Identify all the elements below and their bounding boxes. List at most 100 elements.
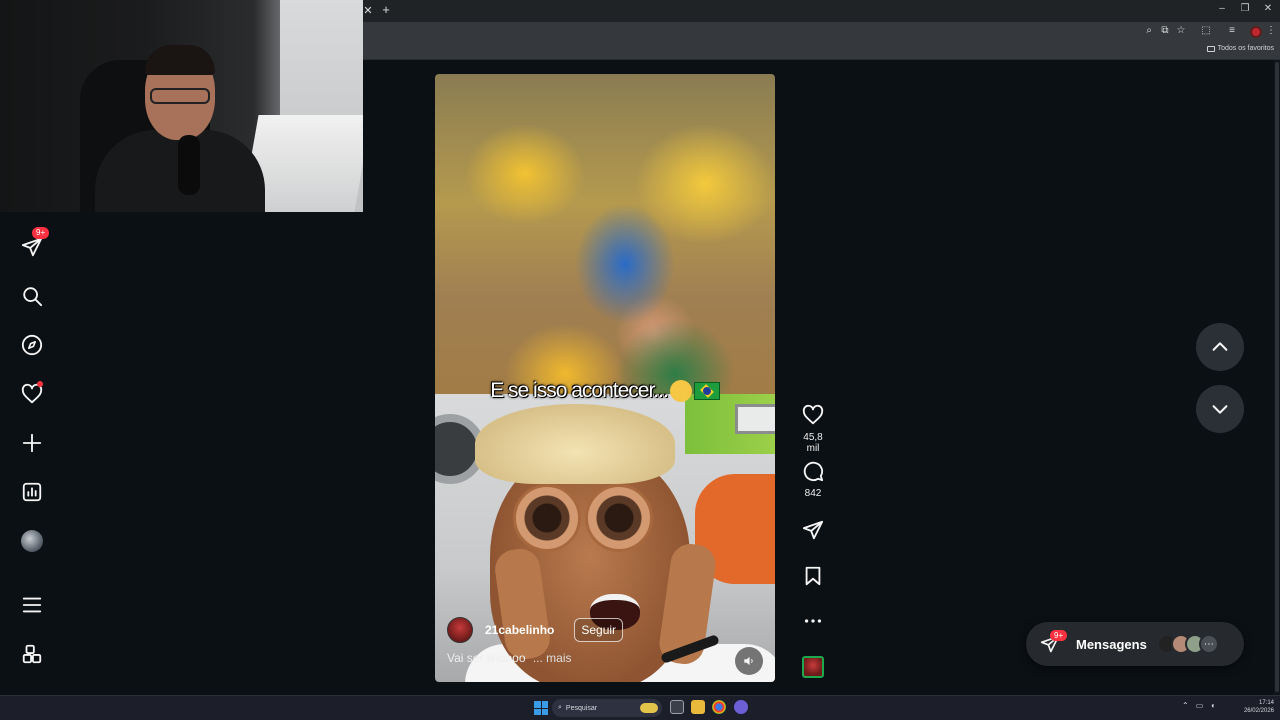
browser-profile-avatar[interactable] <box>1250 26 1262 38</box>
more-dots-icon: ⋯ <box>1198 634 1219 654</box>
streamer-hair <box>145 45 215 75</box>
search-icon: ⌕ <box>558 704 562 711</box>
bookmark-icon <box>805 566 821 586</box>
reel-video[interactable]: E se isso acontecer... 21cabelinho Segui… <box>435 74 775 682</box>
apps-icon <box>22 644 42 664</box>
webcam-overlay <box>0 0 363 212</box>
sidebar-item-direct[interactable]: 9+ <box>18 227 50 261</box>
more-options-action[interactable] <box>796 610 830 637</box>
all-bookmarks-folder[interactable]: Todos os favoritos <box>1206 45 1274 52</box>
video-text-overlay: E se isso acontecer... <box>435 379 775 403</box>
messages-avatars: ⋯ <box>1156 634 1219 654</box>
browser-tab-strip: ✕ + – ❐ ✕ <box>363 0 1280 22</box>
mute-button[interactable] <box>735 647 763 675</box>
system-clock[interactable]: 17:14 26/02/2026 <box>1244 699 1274 715</box>
streamer-glasses <box>150 88 210 104</box>
like-count: 45,8 mil <box>803 432 823 454</box>
crowd-scene <box>435 74 775 394</box>
all-bookmarks-label: Todos os favoritos <box>1217 45 1274 52</box>
cast-icon[interactable]: ⧉ <box>1158 25 1172 36</box>
chevron-up-icon <box>1212 342 1228 351</box>
sidebar-item-more[interactable] <box>18 591 46 619</box>
taskbar-search[interactable]: ⌕ Pesquisar <box>552 699 662 717</box>
share-action[interactable] <box>796 519 830 546</box>
creator-hair <box>475 404 675 484</box>
dryer-window <box>735 404 775 434</box>
sidebar-item-notifications[interactable] <box>18 380 46 408</box>
bookmarks-bar: Todos os favoritos <box>363 42 1280 60</box>
author-avatar[interactable] <box>447 617 473 643</box>
more-dots-icon <box>804 619 822 623</box>
messages-label: Mensagens <box>1076 636 1147 652</box>
messages-badge: 9+ <box>1050 630 1068 641</box>
heart-icon <box>802 404 824 425</box>
direct-messages-icon <box>21 237 43 257</box>
chevron-down-icon <box>1212 405 1228 414</box>
create-plus-icon <box>22 433 42 453</box>
sidebar-item-apps[interactable] <box>18 640 46 668</box>
folder-icon <box>1206 45 1215 52</box>
crying-emoji-icon <box>669 380 692 403</box>
new-tab-button[interactable]: + <box>379 3 393 17</box>
follow-button[interactable]: Seguir <box>574 618 624 642</box>
next-reel-button[interactable] <box>1196 385 1244 433</box>
screen: ✕ + – ❐ ✕ ⌕ ⧉ ☆ ⬚ ≡ ⋮ Todos os favoritos <box>0 0 1280 720</box>
direct-badge: 9+ <box>32 227 50 239</box>
volume-icon[interactable]: ◖ <box>1210 701 1215 710</box>
profile-avatar <box>21 530 43 552</box>
bookmark-star-icon[interactable]: ☆ <box>1174 25 1188 36</box>
minimize-button[interactable]: – <box>1214 3 1230 14</box>
explore-compass-icon <box>21 334 43 356</box>
creator-eye-right <box>585 484 653 552</box>
system-tray: ⌃ ▭ ◖ <box>1182 701 1215 710</box>
overlay-text: E se isso acontecer... <box>490 379 669 402</box>
page-scrollbar[interactable] <box>1274 60 1280 695</box>
reel-footer: 21cabelinho Seguir Vai ser lindooo ... m… <box>447 617 767 665</box>
like-action[interactable]: 45,8 mil <box>796 404 830 454</box>
comment-count: 842 <box>804 488 822 499</box>
browser-menu-icon[interactable]: ⋮ <box>1264 25 1278 36</box>
sidebar-item-dashboard[interactable] <box>18 478 46 506</box>
extensions-icon[interactable]: ⬚ <box>1199 25 1213 36</box>
previous-reel-button[interactable] <box>1196 323 1244 371</box>
sidebar-item-explore[interactable] <box>18 331 46 359</box>
author-name[interactable]: 21cabelinho <box>485 623 554 637</box>
sidebar-nav <box>0 212 363 695</box>
sidebar-item-profile[interactable] <box>18 527 46 555</box>
save-action[interactable] <box>796 565 830 592</box>
creator-eye-left <box>513 484 581 552</box>
tab-close-icon[interactable]: ✕ <box>363 4 373 18</box>
zoom-icon[interactable]: ⌕ <box>1142 25 1156 36</box>
task-view-icon[interactable] <box>670 700 684 714</box>
scrollbar-thumb[interactable] <box>1275 62 1279 692</box>
network-icon[interactable]: ▭ <box>1196 701 1204 710</box>
caption-text: Vai ser lindooo <box>447 651 526 665</box>
messages-pill[interactable]: 9+ Mensagens ⋯ <box>1026 622 1244 666</box>
close-window-button[interactable]: ✕ <box>1260 3 1276 14</box>
notification-dot <box>37 381 43 387</box>
brazil-flag-icon <box>693 382 720 401</box>
chrome-icon[interactable] <box>712 700 726 714</box>
sidebar-item-search[interactable] <box>18 282 46 310</box>
windows-taskbar: ⌕ Pesquisar ⌃ ▭ ◖ 17:14 26/02/2026 <box>0 695 1280 720</box>
audio-action[interactable] <box>796 656 830 678</box>
dashboard-icon <box>22 482 42 502</box>
microphone <box>178 135 200 195</box>
comment-action[interactable]: 842 <box>796 460 830 499</box>
menu-icon <box>22 597 42 613</box>
file-explorer-icon[interactable] <box>691 700 705 714</box>
tray-chevron-up-icon[interactable]: ⌃ <box>1182 701 1189 710</box>
search-highlight-icon <box>640 703 658 713</box>
tab-search-icon[interactable]: ≡ <box>1225 25 1239 36</box>
audio-thumbnail <box>802 656 824 678</box>
share-icon <box>802 520 824 540</box>
restore-button[interactable]: ❐ <box>1237 3 1253 14</box>
windows-start-icon[interactable] <box>534 701 548 715</box>
speaker-icon <box>744 656 753 666</box>
caption-more-link[interactable]: ... mais <box>533 651 572 665</box>
clock-time: 17:14 <box>1258 700 1274 706</box>
sidebar-item-create[interactable] <box>18 429 46 457</box>
taskbar-search-placeholder: Pesquisar <box>565 704 598 712</box>
discord-icon[interactable] <box>734 700 748 714</box>
reel-caption: Vai ser lindooo ... mais <box>447 651 767 665</box>
